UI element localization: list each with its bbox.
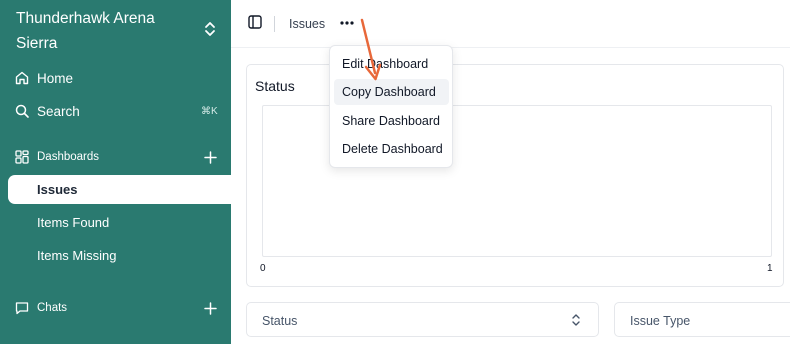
- dashboard-options-menu: Edit Dashboard Copy Dashboard Share Dash…: [329, 45, 453, 168]
- workspace-name[interactable]: Thunderhawk Arena Sierra: [16, 6, 196, 56]
- more-options-icon[interactable]: [339, 15, 355, 29]
- status-filter-select[interactable]: Status: [246, 302, 599, 337]
- search-icon: [15, 104, 29, 118]
- chart-title: Status: [255, 78, 295, 94]
- sidebar-item-search[interactable]: Search ⌘K: [0, 97, 231, 125]
- chevron-updown-icon: [572, 314, 580, 326]
- issue-type-filter-select[interactable]: Issue Type: [614, 302, 790, 337]
- sidebar-item-items-missing[interactable]: Items Missing: [37, 248, 116, 263]
- select-label: Issue Type: [630, 314, 691, 328]
- breadcrumb[interactable]: Issues: [289, 17, 325, 31]
- menu-item-label: Delete Dashboard: [342, 142, 443, 156]
- menu-item-edit-dashboard[interactable]: Edit Dashboard: [334, 51, 449, 77]
- sidebar-section-chats[interactable]: Chats: [0, 294, 231, 322]
- menu-item-copy-dashboard[interactable]: Copy Dashboard: [334, 79, 449, 105]
- sidebar-item-label: Search: [37, 103, 80, 119]
- sidebar-item-label: Issues: [37, 182, 78, 197]
- sidebar-item-label: Home: [37, 70, 74, 86]
- top-bar: Issues: [231, 0, 790, 48]
- sidebar: Thunderhawk Arena Sierra Home Search ⌘K …: [0, 0, 231, 344]
- search-shortcut: ⌘K: [201, 105, 218, 117]
- home-icon: [15, 71, 29, 85]
- menu-item-label: Edit Dashboard: [342, 57, 429, 71]
- menu-item-share-dashboard[interactable]: Share Dashboard: [334, 108, 449, 134]
- menu-item-label: Copy Dashboard: [342, 85, 436, 99]
- dashboard-icon: [15, 150, 29, 164]
- add-chat-icon[interactable]: [204, 301, 217, 315]
- dashboards-label: Dashboards: [37, 151, 100, 163]
- menu-item-label: Share Dashboard: [342, 114, 440, 128]
- status-chart-card: Status 0 1: [246, 64, 784, 287]
- add-dashboard-icon[interactable]: [204, 150, 217, 164]
- sidebar-item-home[interactable]: Home: [0, 64, 231, 92]
- x-tick-max: 1: [767, 263, 773, 274]
- sidebar-section-dashboards[interactable]: Dashboards: [0, 143, 231, 171]
- sidebar-item-items-found[interactable]: Items Found: [37, 215, 109, 230]
- chat-icon: [15, 302, 29, 315]
- chats-label: Chats: [37, 302, 68, 314]
- chevron-updown-icon[interactable]: [203, 20, 217, 38]
- sidebar-item-issues[interactable]: Issues: [8, 175, 231, 204]
- x-tick-min: 0: [260, 263, 266, 274]
- sidebar-toggle-icon[interactable]: [248, 15, 262, 29]
- divider: [274, 16, 275, 32]
- menu-item-delete-dashboard[interactable]: Delete Dashboard: [334, 136, 449, 162]
- select-label: Status: [262, 314, 298, 328]
